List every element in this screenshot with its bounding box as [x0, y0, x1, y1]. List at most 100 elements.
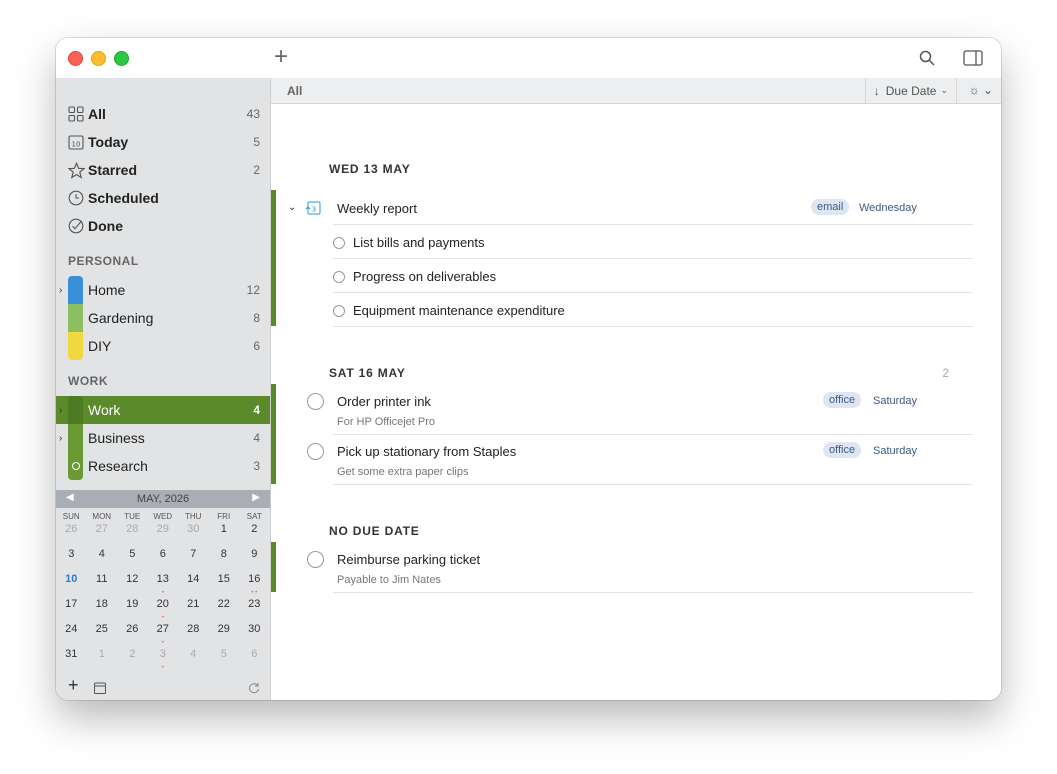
calendar-day[interactable]: 15	[209, 573, 240, 598]
calendar-toggle-icon[interactable]	[94, 682, 106, 694]
subtask-row[interactable]: List bills and payments	[271, 228, 1001, 262]
chevron-right-icon[interactable]: ›	[59, 433, 62, 444]
calendar-day[interactable]: 28	[117, 523, 148, 548]
calendar-day[interactable]: 31	[56, 648, 87, 673]
tag-badge[interactable]: email	[811, 199, 850, 215]
calendar-day[interactable]: 21	[178, 598, 209, 623]
calendar-day[interactable]: 27 •	[148, 623, 179, 648]
calendar-day[interactable]: 10	[56, 573, 87, 598]
calendar-day[interactable]: 23	[239, 598, 270, 623]
previous-month-icon[interactable]: ◀	[66, 492, 74, 503]
calendar-day[interactable]: 26	[56, 523, 87, 548]
tag-badge[interactable]: office	[823, 442, 862, 458]
calendar-day[interactable]: 28	[178, 623, 209, 648]
task-note: For HP Officejet Pro	[337, 416, 436, 428]
calendar-day[interactable]: 8	[209, 548, 240, 573]
sidebar-item-count: 5	[253, 135, 260, 149]
calendar-day[interactable]: 2	[117, 648, 148, 673]
calendar-day[interactable]: 18	[87, 598, 118, 623]
calendar-day[interactable]: 30	[178, 523, 209, 548]
calendar-day[interactable]: 22	[209, 598, 240, 623]
calendar-day[interactable]: 25	[87, 623, 118, 648]
view-options-icon[interactable]: ☼ ⌄	[969, 83, 993, 97]
calendar-day[interactable]: 16 • •	[239, 573, 270, 598]
sidebar-item-done[interactable]: Done	[56, 212, 270, 240]
plus-icon[interactable]: +	[274, 44, 288, 70]
calendar-day[interactable]: 24	[56, 623, 87, 648]
calendar-day[interactable]: 2	[239, 523, 270, 548]
calendar-day[interactable]: 27	[87, 523, 118, 548]
calendar-day[interactable]: 1	[87, 648, 118, 673]
sort-arrow-icon: ↓	[873, 83, 880, 98]
minimize-button[interactable]	[91, 51, 106, 66]
task-row[interactable]: Pick up stationary from Staples Get some…	[271, 438, 1001, 484]
sidebar-item-starred[interactable]: Starred 2	[56, 156, 270, 184]
calendar-day[interactable]: 9	[239, 548, 270, 573]
sync-icon[interactable]	[248, 682, 260, 694]
sidebar-item-scheduled[interactable]: Scheduled	[56, 184, 270, 212]
calendar-day[interactable]: 3	[56, 548, 87, 573]
next-month-icon[interactable]: ▶	[252, 492, 260, 503]
search-icon[interactable]	[919, 50, 935, 66]
sidebar-item-business[interactable]: › Business 4	[56, 424, 270, 452]
calendar-day[interactable]: 7	[178, 548, 209, 573]
chevron-down-icon[interactable]: ⌄	[288, 202, 296, 213]
task-title: Equipment maintenance expenditure	[353, 303, 565, 318]
zoom-button[interactable]	[114, 51, 129, 66]
sidebar-item-count: 4	[253, 403, 260, 417]
calendar-day[interactable]: 5	[209, 648, 240, 673]
svg-text:3: 3	[312, 206, 316, 214]
task-checkbox[interactable]	[307, 393, 324, 410]
weekday-label: FRI	[217, 512, 231, 521]
task-row[interactable]: Order printer ink For HP Officejet Pro o…	[271, 388, 1001, 434]
calendar-day[interactable]: 26	[117, 623, 148, 648]
calendar-day[interactable]: 5	[117, 548, 148, 573]
task-checkbox[interactable]	[333, 237, 345, 249]
sidebar-item-work[interactable]: › Work 4	[56, 396, 270, 424]
sort-button[interactable]: ↓ Due Date ⌄	[864, 78, 957, 103]
sidebar-item-research[interactable]: Research 3	[56, 452, 270, 480]
sidebar-item-label: Scheduled	[88, 190, 159, 206]
calendar-day[interactable]: 4	[178, 648, 209, 673]
recurring-task-icon[interactable]: 3	[305, 200, 321, 216]
sidebar-item-diy[interactable]: DIY 6	[56, 332, 270, 360]
calendar-day[interactable]: 1	[209, 523, 240, 548]
task-row[interactable]: ⌄ 3 Weekly report email Wednesday	[271, 194, 1001, 228]
chevron-right-icon[interactable]: ›	[59, 285, 62, 296]
sidebar-item-all[interactable]: All 43	[56, 100, 270, 128]
due-date: Wednesday	[859, 202, 917, 214]
calendar-day[interactable]: 30	[239, 623, 270, 648]
subtask-row[interactable]: Progress on deliverables	[271, 262, 1001, 296]
calendar-day[interactable]: 29	[148, 523, 179, 548]
calendar-day[interactable]: 6	[148, 548, 179, 573]
calendar-day[interactable]: 13 •	[148, 573, 179, 598]
calendar-day[interactable]: 6	[239, 648, 270, 673]
sidebar-item-home[interactable]: › Home 12	[56, 276, 270, 304]
task-checkbox[interactable]	[333, 305, 345, 317]
calendar-day[interactable]: 19	[117, 598, 148, 623]
chevron-right-icon[interactable]: ›	[59, 405, 62, 416]
calendar-day[interactable]: 4	[87, 548, 118, 573]
task-checkbox[interactable]	[307, 551, 324, 568]
calendar-day[interactable]: 17	[56, 598, 87, 623]
close-button[interactable]	[68, 51, 83, 66]
calendar-day[interactable]: 29	[209, 623, 240, 648]
sidebar-item-gardening[interactable]: Gardening 8	[56, 304, 270, 332]
calendar-day[interactable]: 3 •	[148, 648, 179, 673]
subtask-row[interactable]: Equipment maintenance expenditure	[271, 296, 1001, 330]
task-checkbox[interactable]	[333, 271, 345, 283]
sidebar-item-count: 8	[253, 311, 260, 325]
calendar-day[interactable]: 14	[178, 573, 209, 598]
calendar-day[interactable]: 11	[87, 573, 118, 598]
calendar-day[interactable]: 12	[117, 573, 148, 598]
tag-badge[interactable]: office	[823, 392, 862, 408]
sidebar-item-today[interactable]: 10 Today 5	[56, 128, 270, 156]
add-list-icon[interactable]: +	[68, 675, 79, 696]
task-checkbox[interactable]	[307, 443, 324, 460]
sidebar-toggle-icon[interactable]	[963, 50, 983, 66]
sidebar-item-count: 43	[246, 107, 260, 121]
calendar-day[interactable]: 20 •	[148, 598, 179, 623]
sidebar-item-count: 6	[253, 339, 260, 353]
task-row[interactable]: Reimburse parking ticket Payable to Jim …	[271, 546, 1001, 592]
sidebar-item-label: Starred	[88, 162, 138, 178]
